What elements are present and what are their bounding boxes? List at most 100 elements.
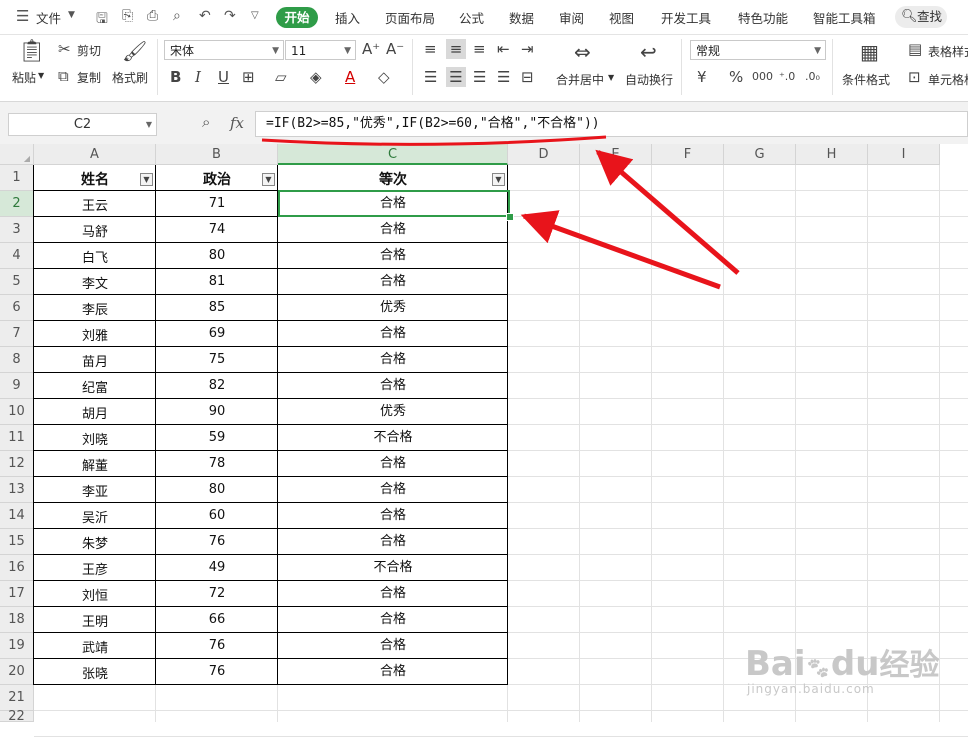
- grade-cell[interactable]: 合格: [278, 217, 508, 243]
- clear-format-icon[interactable]: ◇: [378, 69, 390, 85]
- increase-font-icon[interactable]: A⁺: [362, 41, 380, 57]
- row-header-9[interactable]: 9: [0, 373, 34, 399]
- column-header-h[interactable]: H: [796, 144, 868, 165]
- bold-icon[interactable]: B: [170, 69, 181, 85]
- score-cell[interactable]: 59: [156, 425, 278, 451]
- thousands-separator-icon[interactable]: 000: [752, 69, 773, 85]
- column-header-a[interactable]: A: [34, 144, 156, 165]
- row-header-5[interactable]: 5: [0, 269, 34, 295]
- row-header-17[interactable]: 17: [0, 581, 34, 607]
- chevron-down-icon[interactable]: ▼: [146, 114, 152, 135]
- name-cell[interactable]: 刘雅: [34, 321, 156, 347]
- row-header-22[interactable]: 22: [0, 710, 34, 723]
- select-all-corner[interactable]: ◢: [0, 144, 34, 165]
- grade-cell[interactable]: 合格: [278, 581, 508, 607]
- undo-icon[interactable]: ↶: [199, 8, 211, 24]
- percent-icon[interactable]: %: [729, 69, 743, 85]
- name-box[interactable]: C2 ▼: [8, 113, 157, 136]
- row-header-10[interactable]: 10: [0, 399, 34, 425]
- score-cell[interactable]: 60: [156, 503, 278, 529]
- cell-style-icon[interactable]: ▱: [275, 69, 287, 85]
- font-size-select[interactable]: 11 ▼: [285, 40, 356, 60]
- row-header-12[interactable]: 12: [0, 451, 34, 477]
- score-cell[interactable]: 75: [156, 347, 278, 373]
- grade-cell[interactable]: 合格: [278, 451, 508, 477]
- row-header-11[interactable]: 11: [0, 425, 34, 451]
- justify-icon[interactable]: ☰: [497, 69, 510, 85]
- filter-dropdown-icon[interactable]: ▼: [492, 173, 505, 186]
- chevron-down-icon[interactable]: ▼: [38, 71, 44, 80]
- name-cell[interactable]: 刘恒: [34, 581, 156, 607]
- wrap-text-button[interactable]: 自动换行: [625, 71, 673, 88]
- align-bottom-icon[interactable]: ≡: [473, 41, 486, 57]
- row-header-16[interactable]: 16: [0, 555, 34, 581]
- name-cell[interactable]: 吴沂: [34, 503, 156, 529]
- row-header-13[interactable]: 13: [0, 477, 34, 503]
- row-header-21[interactable]: 21: [0, 685, 34, 711]
- column-header-f[interactable]: F: [652, 144, 724, 165]
- grade-cell[interactable]: 合格: [278, 633, 508, 659]
- table-style-icon[interactable]: ▤: [908, 41, 922, 57]
- row-header-3[interactable]: 3: [0, 217, 34, 243]
- print-preview-icon[interactable]: ⌕: [173, 8, 181, 24]
- fill-handle[interactable]: [506, 213, 514, 221]
- currency-icon[interactable]: ¥: [697, 69, 707, 85]
- save-icon[interactable]: 🖫: [96, 8, 108, 32]
- grade-cell[interactable]: 合格: [278, 243, 508, 269]
- align-left-icon[interactable]: ☰: [424, 69, 437, 85]
- decrease-indent-icon[interactable]: ⇤: [497, 41, 510, 57]
- cell-format-icon[interactable]: ⊡: [908, 69, 921, 85]
- name-cell[interactable]: 武靖: [34, 633, 156, 659]
- name-cell[interactable]: 王明: [34, 607, 156, 633]
- score-cell[interactable]: 74: [156, 217, 278, 243]
- align-top-icon[interactable]: ≡: [424, 41, 437, 57]
- row-header-2[interactable]: 2: [0, 191, 34, 217]
- score-cell[interactable]: 49: [156, 555, 278, 581]
- zoom-search-icon[interactable]: ⌕: [202, 113, 210, 131]
- tab-insert[interactable]: 插入: [335, 8, 360, 27]
- score-cell[interactable]: 80: [156, 477, 278, 503]
- column-header-c[interactable]: C: [278, 144, 508, 165]
- copy-icon[interactable]: ⧉: [58, 68, 69, 84]
- row-header-15[interactable]: 15: [0, 529, 34, 555]
- filter-dropdown-icon[interactable]: ▼: [140, 173, 153, 186]
- format-painter-button[interactable]: 格式刷: [112, 69, 148, 86]
- name-cell[interactable]: 李亚: [34, 477, 156, 503]
- name-cell[interactable]: 刘晓: [34, 425, 156, 451]
- grade-cell[interactable]: 优秀: [278, 295, 508, 321]
- merge-center-button[interactable]: 合并居中: [556, 71, 604, 88]
- paste-icon[interactable]: 📋︎: [18, 40, 46, 64]
- column-header-b[interactable]: B: [156, 144, 278, 165]
- grade-cell[interactable]: 不合格: [278, 425, 508, 451]
- score-cell[interactable]: 69: [156, 321, 278, 347]
- copy-button[interactable]: 复制: [77, 69, 101, 86]
- decrease-decimal-icon[interactable]: .0₀: [805, 69, 820, 85]
- row-header-18[interactable]: 18: [0, 607, 34, 633]
- table-style-button[interactable]: 表格样式: [928, 43, 968, 60]
- underline-icon[interactable]: U: [218, 69, 229, 85]
- align-middle-icon[interactable]: ≡: [446, 39, 466, 59]
- chevron-down-icon[interactable]: ▼: [68, 10, 75, 20]
- name-cell[interactable]: 李文: [34, 269, 156, 295]
- format-painter-icon[interactable]: 🖌︎: [122, 40, 147, 62]
- score-cell[interactable]: 85: [156, 295, 278, 321]
- grade-cell[interactable]: 合格: [278, 659, 508, 685]
- score-cell[interactable]: 76: [156, 659, 278, 685]
- grade-header-cell[interactable]: 等次: [278, 165, 508, 191]
- score-cell[interactable]: 71: [156, 191, 278, 217]
- filter-dropdown-icon[interactable]: ▼: [262, 173, 275, 186]
- name-cell[interactable]: 张晓: [34, 659, 156, 685]
- fill-color-icon[interactable]: ◈: [310, 69, 322, 85]
- tab-special-features[interactable]: 特色功能: [738, 8, 788, 27]
- font-color-icon[interactable]: A: [345, 69, 355, 85]
- hamburger-icon[interactable]: ☰: [16, 7, 29, 25]
- score-cell[interactable]: 66: [156, 607, 278, 633]
- column-header-e[interactable]: E: [580, 144, 652, 165]
- row-header-8[interactable]: 8: [0, 347, 34, 373]
- formula-input[interactable]: =IF(B2>=85,"优秀",IF(B2>=60,"合格","不合格")): [255, 111, 968, 137]
- wrap-text-icon[interactable]: ↩: [640, 41, 657, 63]
- grade-cell[interactable]: 合格: [278, 529, 508, 555]
- score-cell[interactable]: 76: [156, 529, 278, 555]
- tab-view[interactable]: 视图: [609, 8, 634, 27]
- number-format-select[interactable]: 常规 ▼: [690, 40, 826, 60]
